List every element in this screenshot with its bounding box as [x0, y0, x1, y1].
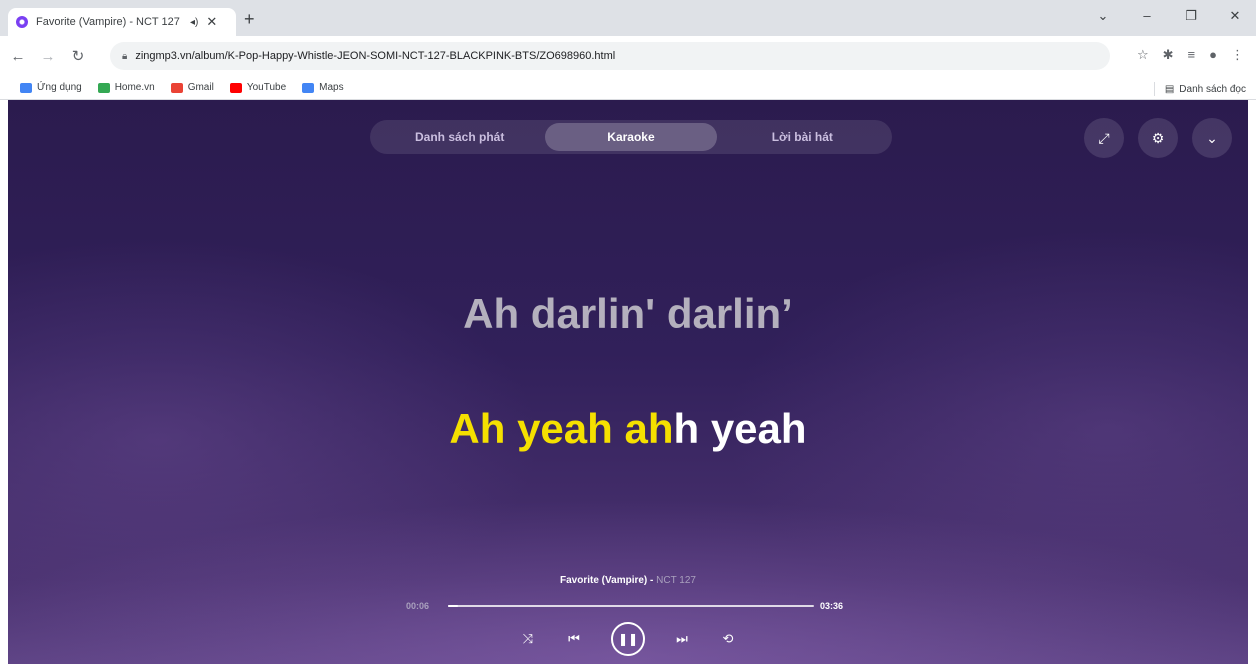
bookmark-youtube[interactable]: YouTube — [229, 82, 286, 93]
tab-title: Favorite (Vampire) - NCT 127 — [36, 16, 180, 28]
menu-icon[interactable]: ⋮ — [1231, 47, 1244, 63]
bookmark-star-icon[interactable]: ☆ — [1137, 47, 1149, 63]
maps-icon — [302, 82, 315, 93]
now-playing: Favorite (Vampire) - NCT 127 — [8, 575, 1248, 586]
tab-playlist[interactable]: Danh sách phát — [374, 123, 545, 151]
toolbar-actions: ☆ ✱ ≡ ● ⋮ — [1137, 47, 1244, 63]
repeat-icon[interactable]: ⟲ — [719, 631, 737, 647]
song-title[interactable]: Favorite (Vampire) — [560, 575, 647, 586]
lyric-unsung-part: h yeah — [673, 405, 807, 452]
reading-list[interactable]: ▤ Danh sách đọc — [1153, 82, 1246, 96]
previous-icon[interactable]: ⏮ — [565, 631, 583, 647]
tab-search-icon[interactable]: ⌄ — [1094, 8, 1112, 24]
lock-icon[interactable]: 🔒︎ — [122, 51, 127, 62]
reading-mode-icon[interactable]: ≡ — [1188, 47, 1196, 63]
bookmark-apps[interactable]: Ứng dụng — [20, 82, 82, 93]
shuffle-icon[interactable]: ⤨ — [519, 631, 537, 647]
tab-karaoke[interactable]: Karaoke — [545, 123, 717, 151]
time-total: 03:36 — [820, 601, 844, 611]
close-tab-icon[interactable]: ✕ — [206, 14, 217, 30]
time-current: 00:06 — [406, 601, 430, 611]
close-window-button[interactable]: ✕ — [1226, 8, 1244, 24]
gmail-icon — [170, 82, 183, 93]
minimize-button[interactable]: – — [1138, 8, 1156, 24]
bookmarks-bar: Ứng dụng Home.vn Gmail YouTube Maps ▤ Da… — [0, 76, 1256, 100]
lyric-line-current: Ah yeah ahh yeah — [8, 405, 1248, 453]
back-button[interactable]: ← — [6, 48, 30, 65]
divider — [1153, 82, 1155, 96]
playback-controls: ⤨ ⏮ ❚❚ ⏭ ⟲ — [8, 622, 1248, 656]
fullscreen-button[interactable]: ⤢ — [1084, 118, 1124, 158]
settings-button[interactable]: ⚙ — [1138, 118, 1178, 158]
next-icon[interactable]: ⏭ — [673, 631, 691, 647]
collapse-button[interactable]: ⌄ — [1192, 118, 1232, 158]
artist-name[interactable]: NCT 127 — [656, 575, 696, 586]
progress-fill — [448, 605, 459, 607]
forward-button[interactable]: → — [36, 48, 60, 65]
new-tab-button[interactable]: + — [244, 9, 255, 30]
zing-favicon-icon — [16, 16, 28, 28]
lyric-sung-part: Ah yeah ah — [449, 405, 674, 452]
progress-bar[interactable] — [448, 605, 814, 607]
bookmark-homevn[interactable]: Home.vn — [97, 82, 155, 93]
extensions-icon[interactable]: ✱ — [1163, 47, 1174, 63]
window-controls: ⌄ – ❐ ✕ — [1094, 8, 1244, 24]
reload-button[interactable]: ↻ — [66, 47, 90, 65]
reading-list-icon: ▤ — [1164, 83, 1175, 95]
homevn-icon — [97, 82, 110, 93]
address-bar[interactable]: 🔒︎ zingmp3.vn/album/K-Pop-Happy-Whistle-… — [110, 42, 1110, 70]
profile-icon[interactable]: ● — [1209, 47, 1217, 63]
browser-tab-bar: Favorite (Vampire) - NCT 127 ◂) ✕ + ⌄ – … — [0, 0, 1256, 36]
karaoke-player: Danh sách phát Karaoke Lời bài hát ⤢ ⚙ ⌄… — [8, 100, 1248, 664]
restore-button[interactable]: ❐ — [1182, 8, 1200, 24]
pause-button[interactable]: ❚❚ — [611, 622, 645, 656]
bookmark-gmail[interactable]: Gmail — [170, 82, 214, 93]
browser-toolbar: ← → ↻ 🔒︎ zingmp3.vn/album/K-Pop-Happy-Wh… — [0, 36, 1256, 76]
tab-lyrics[interactable]: Lời bài hát — [717, 123, 888, 151]
lyric-line-previous: Ah darlin' darlin’ — [463, 290, 793, 337]
youtube-icon — [229, 82, 242, 93]
browser-tab[interactable]: Favorite (Vampire) - NCT 127 ◂) ✕ — [8, 8, 236, 36]
url-text: zingmp3.vn/album/K-Pop-Happy-Whistle-JEO… — [135, 50, 616, 62]
speaker-icon[interactable]: ◂) — [190, 17, 198, 28]
mode-tabs: Danh sách phát Karaoke Lời bài hát — [370, 120, 892, 154]
apps-grid-icon — [20, 82, 32, 93]
bookmark-maps[interactable]: Maps — [302, 82, 344, 93]
